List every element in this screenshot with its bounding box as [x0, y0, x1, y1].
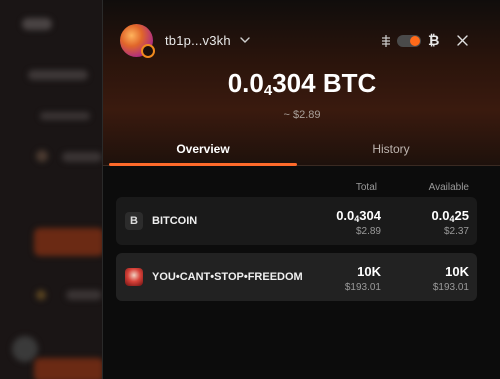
column-header-total: Total	[355, 182, 377, 193]
tab-history[interactable]: History	[297, 140, 485, 166]
asset-available-usd: $193.01	[432, 282, 469, 293]
bitcoin-badge-icon	[141, 44, 155, 58]
asset-total: 10K	[357, 264, 381, 279]
background-app	[0, 0, 102, 379]
chevron-down-icon[interactable]	[239, 34, 251, 46]
asset-name: YOU•CANT•STOP•FREEDOM	[152, 271, 303, 283]
bitcoin-network-icon[interactable]: ₿	[428, 32, 439, 48]
asset-total-usd: $193.01	[344, 282, 381, 293]
close-icon[interactable]	[456, 34, 469, 47]
tab-bar: Overview History	[103, 140, 500, 166]
usd-balance: ~ $2.89	[283, 109, 321, 121]
column-header-available: Available	[428, 182, 469, 193]
account-address[interactable]: tb1p...v3kh	[165, 33, 231, 48]
bitcoin-icon: B	[125, 212, 143, 230]
asset-available: 10K	[445, 264, 469, 279]
mode-toggle[interactable]	[397, 35, 421, 47]
asset-available-usd: $2.37	[443, 226, 469, 237]
asset-row-rune[interactable]: YOU•CANT•STOP•FREEDOM 10K $193.01 10K $1…	[116, 253, 477, 301]
asset-total: 0.04304	[336, 208, 381, 224]
btc-balance: 0.04304 BTC	[227, 68, 377, 99]
asset-available: 0.0425	[431, 208, 469, 224]
rune-icon	[125, 268, 143, 286]
sliders-icon[interactable]	[380, 34, 392, 48]
asset-row-bitcoin[interactable]: B BITCOIN 0.04304 $2.89 0.0425 $2.37	[116, 197, 477, 245]
wallet-header: tb1p...v3kh ₿	[103, 0, 500, 60]
asset-name: BITCOIN	[152, 215, 198, 227]
asset-total-usd: $2.89	[355, 226, 381, 237]
wallet-panel: tb1p...v3kh ₿ 0.04304 BTC ~ $2.89 Overvi…	[102, 0, 500, 379]
active-tab-indicator	[109, 163, 297, 166]
toggle-knob	[410, 36, 420, 46]
